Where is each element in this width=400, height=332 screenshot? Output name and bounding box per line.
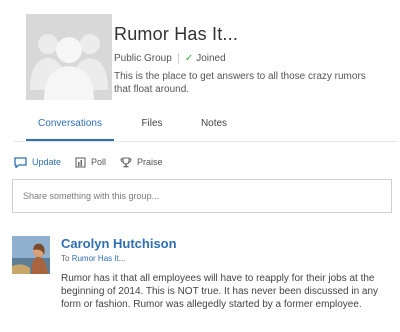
page-title: Rumor Has It... [114, 24, 239, 44]
check-icon: ✓ [184, 53, 194, 64]
praise-action-button[interactable]: Praise [120, 156, 163, 168]
trophy-icon [120, 156, 132, 167]
share-input[interactable] [13, 180, 391, 212]
post-to-prefix: To [61, 254, 70, 263]
publisher-actions: Update Poll Praise [14, 154, 177, 170]
post-group-link[interactable]: Rumor Has It... [72, 254, 126, 263]
group-type: Public Group [114, 53, 172, 64]
speech-bubble-icon [14, 156, 27, 168]
tab-bar: Conversations Files Notes [14, 107, 398, 142]
poll-action-label: Poll [91, 157, 107, 167]
post-body: Rumor has it that all employees will hav… [61, 273, 379, 310]
group-people-icon [26, 14, 112, 100]
post-recipient: To Rumor Has It... [61, 254, 125, 263]
avatar[interactable] [12, 236, 50, 274]
user-photo-icon [12, 236, 50, 274]
post-author-link[interactable]: Carolyn Hutchison [61, 236, 177, 251]
group-description: This is the place to get answers to all … [114, 71, 366, 95]
group-header: Rumor Has It... Public Group ✓ Joined Th… [14, 4, 398, 104]
tab-conversations[interactable]: Conversations [26, 107, 114, 141]
tab-notes[interactable]: Notes [192, 107, 236, 140]
group-avatar [26, 14, 112, 100]
praise-action-label: Praise [137, 157, 163, 167]
divider [177, 53, 179, 64]
update-action-button[interactable]: Update [14, 156, 62, 168]
poll-icon [75, 156, 86, 168]
poll-action-button[interactable]: Poll [75, 156, 107, 168]
share-box [12, 179, 392, 213]
update-action-label: Update [32, 157, 62, 167]
tab-files[interactable]: Files [132, 107, 172, 140]
joined-status[interactable]: Joined [196, 53, 225, 64]
group-meta: Public Group ✓ Joined [114, 53, 226, 64]
